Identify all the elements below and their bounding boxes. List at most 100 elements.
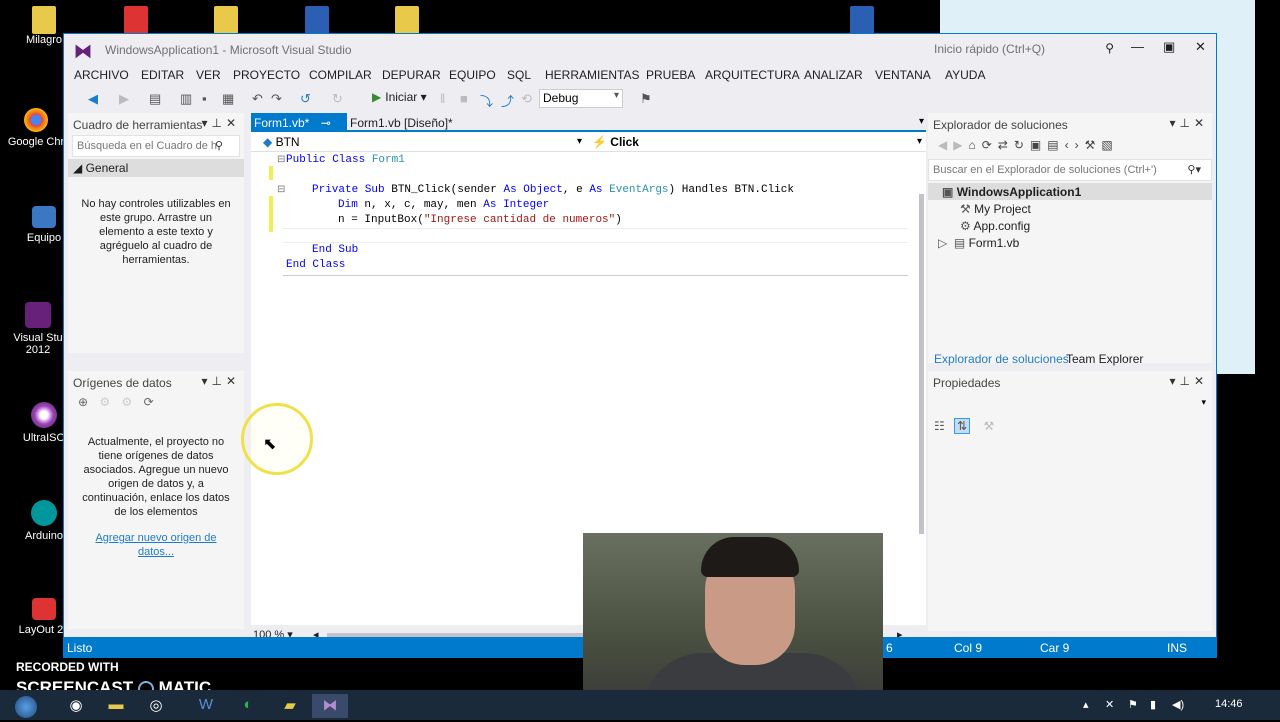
maximize-button[interactable]: ▣ — [1163, 39, 1175, 55]
save-icon[interactable]: ▪ — [202, 91, 207, 106]
save-all-icon[interactable]: ▦ — [222, 91, 234, 107]
step-into-icon[interactable]: ⤵ — [480, 91, 493, 110]
tray-app-icon[interactable]: ✕ — [1105, 698, 1114, 711]
chevron-down-icon[interactable]: ▾ — [917, 136, 922, 147]
menu-equipo[interactable]: EQUIPO — [449, 68, 496, 82]
preview-icon[interactable]: ▧ — [1101, 138, 1118, 152]
refresh-icon[interactable]: ⟳ — [144, 395, 154, 409]
desktop-word-icon[interactable] — [305, 6, 329, 34]
network-icon[interactable]: ▮ — [1150, 698, 1156, 711]
view-code-icon[interactable]: ‹› — [1065, 138, 1085, 152]
categorized-icon[interactable]: ☷ — [934, 419, 945, 433]
volume-icon[interactable]: ◀) — [1172, 698, 1184, 711]
pin-icon[interactable]: ⊸ — [321, 116, 331, 130]
solution-configuration-select[interactable]: Debug ▾ — [539, 89, 623, 108]
sync-icon[interactable]: ⟳⇄ — [982, 138, 1014, 152]
wrench-icon[interactable]: ⚒ — [1085, 138, 1102, 152]
property-pages-icon[interactable]: ⚒ — [984, 419, 995, 433]
undo-history-icon[interactable]: ↺ — [300, 91, 311, 107]
taskbar-app[interactable]: ◎ — [138, 694, 174, 718]
panel-controls[interactable]: ▾⊥✕ — [201, 116, 240, 130]
panel-controls[interactable]: ▾⊥✕ — [201, 374, 240, 388]
menu-compilar[interactable]: COMPILAR — [309, 68, 372, 82]
stop-icon[interactable]: ■ — [460, 91, 468, 106]
tab-team-explorer[interactable]: Team Explorer — [1066, 352, 1143, 366]
collapse-icon[interactable]: ⊟ — [277, 184, 285, 196]
desktop-word-icon[interactable] — [850, 6, 874, 34]
vertical-scrollbar[interactable] — [916, 154, 926, 619]
tree-item-app-config[interactable]: ⚙ App.config — [928, 217, 1212, 234]
tab-solution-explorer[interactable]: Explorador de soluciones — [934, 352, 1069, 366]
alphabetical-icon[interactable]: ⇅ — [954, 418, 971, 434]
tray-flag-icon[interactable]: ⚑ — [1128, 698, 1138, 711]
scrollbar-thumb[interactable] — [919, 194, 924, 534]
expand-arrow-icon[interactable]: ▷ — [938, 236, 947, 250]
step-over-icon[interactable]: ⤴ — [501, 91, 514, 110]
menu-ver[interactable]: VER — [196, 68, 221, 82]
desktop-icon-visual-studio[interactable]: Visual Stu 2012 — [6, 302, 70, 356]
add-data-source-icon[interactable]: ⊕ — [78, 395, 88, 409]
menu-arquitectura[interactable]: ARQUITECTURA — [705, 68, 800, 82]
new-project-icon[interactable]: ▤ — [149, 91, 161, 107]
desktop-folder-icon[interactable] — [395, 6, 419, 34]
chevron-down-icon[interactable]: ▾ — [577, 136, 582, 147]
desktop-app-icon[interactable] — [124, 6, 148, 34]
toolbox-search-input[interactable]: Búsqueda en el Cuadro de h ⚲ — [72, 135, 240, 157]
taskbar-folder[interactable]: ▰ — [272, 694, 308, 718]
forward-icon[interactable]: ▶ — [119, 91, 129, 107]
properties-icon[interactable]: ▤ — [1047, 138, 1064, 152]
taskbar-word[interactable]: W — [188, 694, 224, 718]
tab-overflow-icon[interactable]: ▾ — [919, 116, 924, 127]
menu-proyecto[interactable]: PROYECTO — [233, 68, 300, 82]
clock[interactable]: 14:46 — [1215, 698, 1243, 710]
quick-launch-input[interactable]: Inicio rápido (Ctrl+Q) ⚲ — [932, 39, 1118, 59]
undo-icon[interactable]: ↶ — [252, 91, 263, 107]
collapse-icon[interactable]: ⊟ — [277, 154, 285, 166]
menu-prueba[interactable]: PRUEBA — [646, 68, 695, 82]
back-icon[interactable]: ◀ — [88, 91, 98, 107]
solution-search-input[interactable]: Buscar en el Explorador de soluciones (C… — [928, 159, 1212, 181]
desktop-folder-icon[interactable] — [214, 6, 238, 34]
menu-ventana[interactable]: VENTANA — [875, 68, 931, 82]
taskbar-arduino[interactable]: ◐ — [230, 694, 266, 718]
edit-dataset-icon[interactable]: ⚙ — [99, 395, 110, 409]
tree-item-form1[interactable]: ▷ ▤ Form1.vb — [928, 234, 1212, 251]
start-debugging-button[interactable]: ▶ Iniciar ▾ — [372, 90, 427, 104]
toolbox-group-general[interactable]: ◢ General — [68, 159, 244, 177]
menu-sql[interactable]: SQL — [507, 68, 531, 82]
redo-icon[interactable]: ↷ — [271, 91, 282, 107]
taskbar-visual-studio[interactable]: ⧓ — [312, 694, 348, 718]
menu-archivo[interactable]: ARCHIVO — [74, 68, 129, 82]
panel-controls[interactable]: ▾⊥✕ — [1169, 374, 1208, 388]
restart-icon[interactable]: ⟲ — [521, 91, 532, 107]
menu-herramientas[interactable]: HERRAMIENTAS — [545, 68, 639, 82]
class-dropdown[interactable]: ◆ BTN — [263, 135, 300, 149]
redo-history-icon[interactable]: ↻ — [332, 91, 343, 107]
tray-arrow-icon[interactable]: ▴ — [1083, 698, 1089, 711]
menu-ayuda[interactable]: AYUDA — [945, 68, 985, 82]
pause-icon[interactable]: ‖ — [440, 91, 445, 106]
back-icon[interactable]: ◀▶ — [938, 138, 968, 152]
taskbar-explorer[interactable]: ▬ — [98, 694, 134, 718]
minimize-button[interactable]: — — [1131, 39, 1144, 54]
close-button[interactable]: ✕ — [1195, 39, 1206, 55]
desktop-icon-chrome[interactable]: Google Chr — [4, 108, 68, 148]
configure-icon[interactable]: ⚙ — [122, 395, 133, 409]
tree-item-my-project[interactable]: ⚒ My Project — [928, 200, 1212, 217]
find-in-files-icon[interactable]: ⚑ — [640, 91, 652, 107]
menu-analizar[interactable]: ANALIZAR — [804, 68, 863, 82]
properties-object-select[interactable]: ▾ — [930, 393, 1210, 415]
panel-controls[interactable]: ▾⊥✕ — [1169, 116, 1208, 130]
refresh-icon[interactable]: ↻ — [1014, 138, 1030, 152]
tree-item-project[interactable]: ▣ WindowsApplication1 — [928, 183, 1212, 200]
menu-editar[interactable]: EDITAR — [141, 68, 184, 82]
tab-form1-design[interactable]: Form1.vb [Diseño]* — [347, 113, 456, 132]
home-icon[interactable]: ⌂ — [968, 138, 981, 152]
add-data-source-link[interactable]: Agregar nuevo origen de datos... — [95, 532, 216, 558]
tab-form1-vb[interactable]: Form1.vb* ⊸ ✕ — [251, 113, 347, 144]
open-file-icon[interactable]: ▥ — [180, 91, 192, 107]
collapse-all-icon[interactable]: ▣ — [1030, 138, 1047, 152]
start-button[interactable] — [6, 694, 46, 718]
method-dropdown[interactable]: ⚡ Click — [592, 135, 639, 149]
menu-depurar[interactable]: DEPURAR — [382, 68, 441, 82]
